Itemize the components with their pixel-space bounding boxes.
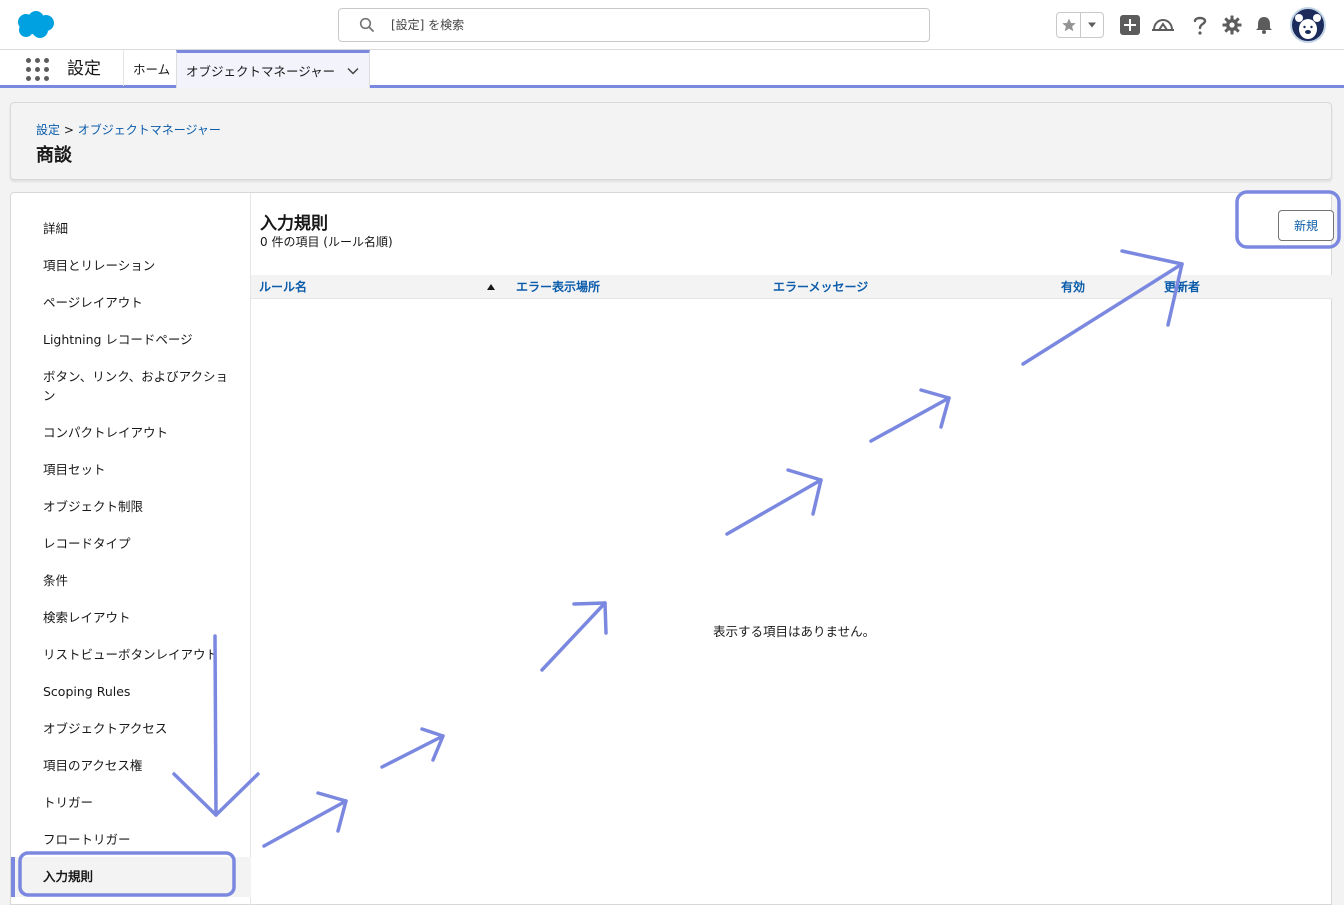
sidebar-item-details[interactable]: 詳細 [43,219,233,238]
sort-ascending-icon[interactable] [487,284,495,290]
section-title: 入力規則 [260,214,328,234]
tab-home[interactable]: ホーム [123,50,179,86]
sidebar-item-field-access[interactable]: 項目のアクセス権 [43,756,233,775]
salesforce-cloud-logo[interactable] [14,10,56,40]
sidebar-item-page-layouts[interactable]: ページレイアウト [43,293,233,312]
bell-icon [1256,17,1272,34]
sidebar-item-flow-triggers[interactable]: フロートリガー [43,830,233,849]
chevron-down-icon[interactable] [347,67,359,75]
sidebar-item-conditions[interactable]: 条件 [43,571,233,590]
notifications-button[interactable] [1252,13,1276,37]
column-header-error-message[interactable]: エラーメッセージ [773,280,868,294]
favorites-list-button[interactable] [1081,13,1103,37]
column-header-active[interactable]: 有効 [1061,280,1085,294]
main-panel: 入力規則 0 件の項目 (ルール名順) 新規 ルール名 エラー表示場所 エラーメ… [251,193,1334,905]
help-button[interactable] [1188,13,1212,37]
sidebar-item-search-layouts[interactable]: 検索レイアウト [43,608,233,627]
app-name: 設定 [67,59,101,79]
avatar[interactable] [1290,7,1326,43]
sidebar-item-validation-rules[interactable]: 入力規則 [43,867,233,886]
chevron-down-icon [1088,22,1096,28]
table-header: ルール名 エラー表示場所 エラーメッセージ 有効 更新者 [251,275,1332,299]
column-header-rule-name[interactable]: ルール名 [259,280,307,294]
breadcrumb-separator: > [63,123,74,137]
global-header: [設定] を検索 [0,0,1344,50]
empty-state-message: 表示する項目はありません。 [713,624,876,639]
sidebar-item-fields[interactable]: 項目とリレーション [43,256,233,275]
help-icon [1193,16,1207,35]
section-subtitle: 0 件の項目 (ルール名順) [260,235,393,249]
sidebar-item-scoping-rules[interactable]: Scoping Rules [43,682,233,701]
sidebar-item-object-access[interactable]: オブジェクトアクセス [43,719,233,738]
app-launcher-icon[interactable] [26,58,50,82]
global-search-input[interactable]: [設定] を検索 [338,8,930,42]
favorites-group [1056,12,1104,38]
star-icon [1061,18,1076,32]
tab-object-manager[interactable]: オブジェクトマネージャー [176,50,370,88]
sidebar-item-list-view-buttons[interactable]: リストビューボタンレイアウト [43,645,233,664]
sidebar-item-compact-layouts[interactable]: コンパクトレイアウト [43,423,233,442]
column-header-error-location[interactable]: エラー表示場所 [516,280,600,294]
search-placeholder: [設定] を検索 [391,18,465,32]
tab-object-manager-label: オブジェクトマネージャー [186,64,336,79]
new-button[interactable]: 新規 [1278,210,1334,241]
sidebar-item-lightning-pages[interactable]: Lightning レコードページ [43,330,233,349]
favorites-button[interactable] [1057,13,1081,37]
trailhead-icon [1152,18,1174,31]
page-title: 商談 [36,145,72,166]
page-header: 設定 > オブジェクトマネージャー 商談 [10,102,1332,180]
trailhead-button[interactable] [1151,13,1175,37]
tab-home-label: ホーム [133,61,171,77]
app-navigation: 設定 ホーム オブジェクトマネージャー [0,50,1344,88]
sidebar-item-buttons-links-actions[interactable]: ボタン、リンク、およびアクション [43,367,233,405]
global-actions-button[interactable] [1118,13,1142,37]
sidebar-item-record-types[interactable]: レコードタイプ [43,534,233,553]
breadcrumb-object-manager-link[interactable]: オブジェクトマネージャー [78,123,221,137]
setup-button[interactable] [1220,13,1244,37]
sidebar-item-object-limits[interactable]: オブジェクト制限 [43,497,233,516]
column-header-modified-by[interactable]: 更新者 [1164,280,1200,294]
breadcrumb: 設定 > オブジェクトマネージャー [36,121,221,138]
breadcrumb-setup-link[interactable]: 設定 [36,123,60,137]
user-avatar-icon [1295,14,1321,39]
plus-icon [1120,15,1140,35]
search-icon [359,17,374,32]
sidebar-item-field-sets[interactable]: 項目セット [43,460,233,479]
gear-icon [1222,15,1242,35]
content-card: 詳細 項目とリレーション ページレイアウト Lightning レコードページ … [10,192,1334,905]
object-sidebar: 詳細 項目とリレーション ページレイアウト Lightning レコードページ … [11,193,251,905]
sidebar-item-triggers[interactable]: トリガー [43,793,233,812]
